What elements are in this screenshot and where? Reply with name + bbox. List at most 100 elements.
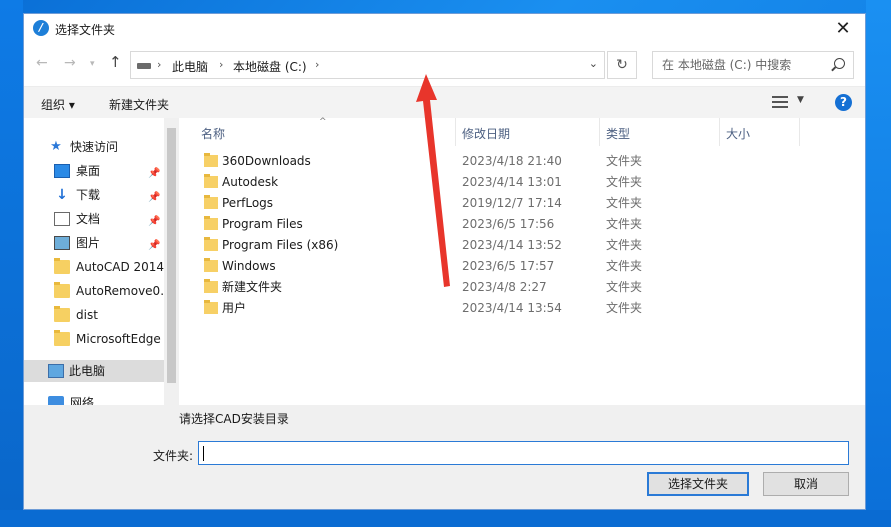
column-header-size[interactable]: 大小 (726, 125, 750, 142)
table-row[interactable]: 新建文件夹 2023/4/8 2:27 文件夹 (181, 277, 865, 298)
folder-icon (204, 237, 218, 251)
navigation-pane: ★ 快速访问 桌面 📌 ↓ 下载 📌 文档 📌 图片 📌 AutoCAD 201… (24, 118, 164, 405)
breadcrumb-separator[interactable]: › (219, 58, 223, 71)
search-box[interactable] (652, 51, 854, 79)
column-divider[interactable] (799, 118, 800, 146)
folder-icon (204, 195, 218, 209)
drive-icon (137, 63, 151, 69)
folder-icon (204, 174, 218, 188)
file-name: Autodesk (222, 175, 279, 189)
forward-arrow-icon[interactable]: → (64, 55, 76, 71)
desktop-background-left (0, 0, 23, 527)
view-options-icon[interactable] (772, 96, 788, 108)
nav-item-label: 文档 (76, 212, 101, 226)
desktop-icon (54, 164, 70, 178)
nav-item-label: 快速访问 (70, 140, 119, 154)
desktop-background-bottom (0, 510, 891, 527)
folder-icon (204, 300, 218, 314)
file-name: Program Files (222, 217, 303, 231)
view-dropdown-chevron-icon[interactable]: ▼ (797, 95, 804, 105)
breadcrumb-separator[interactable]: › (315, 58, 319, 71)
nav-item-network[interactable]: 网络 (48, 392, 164, 405)
nav-item-label: 此电脑 (69, 364, 106, 378)
folder-icon (54, 330, 70, 346)
download-icon: ↓ (56, 187, 68, 203)
folder-icon (204, 258, 218, 272)
nav-item-pictures[interactable]: 图片 📌 (54, 232, 164, 254)
address-bar[interactable]: › 此电脑 › 本地磁盘 (C:) › ⌄ (130, 51, 605, 79)
table-row[interactable]: 360Downloads 2023/4/18 21:40 文件夹 (181, 151, 865, 172)
refresh-icon[interactable]: ↻ (607, 51, 637, 79)
table-row[interactable]: Autodesk 2023/4/14 13:01 文件夹 (181, 172, 865, 193)
select-folder-button[interactable]: 选择文件夹 (647, 472, 749, 496)
nav-item-label: 桌面 (76, 164, 101, 178)
nav-item-this-pc[interactable]: 此电脑 (24, 360, 164, 382)
desktop-background-right (866, 0, 891, 527)
app-feather-icon: / (33, 20, 49, 36)
file-date: 2023/4/8 2:27 (462, 280, 547, 294)
organize-menu-button[interactable]: 组织 ▾ (41, 96, 75, 113)
document-icon (54, 212, 70, 226)
folder-field[interactable] (198, 441, 849, 465)
file-type: 文件夹 (606, 154, 643, 168)
nav-item-autocad-2014[interactable]: AutoCAD 2014 (54, 256, 164, 278)
column-header-type[interactable]: 类型 (606, 125, 630, 142)
nav-item-label: AutoRemove0.0 (76, 284, 164, 298)
star-icon: ★ (50, 139, 62, 154)
nav-item-autoremove[interactable]: AutoRemove0.0 (54, 280, 164, 302)
column-divider[interactable] (719, 118, 720, 146)
table-row[interactable]: Windows 2023/6/5 17:57 文件夹 (181, 256, 865, 277)
column-header-name[interactable]: 名称 (201, 125, 225, 142)
column-divider[interactable] (599, 118, 600, 146)
new-folder-button[interactable]: 新建文件夹 (109, 96, 169, 113)
file-name: 360Downloads (222, 154, 311, 168)
file-name: 用户 (222, 301, 247, 315)
file-name: PerfLogs (222, 196, 274, 210)
column-divider[interactable] (455, 118, 456, 146)
file-type: 文件夹 (606, 196, 643, 210)
search-input[interactable] (653, 52, 823, 78)
breadcrumb-local-disk-c[interactable]: 本地磁盘 (C:) (233, 58, 307, 75)
recent-locations-chevron-icon[interactable]: ▾ (90, 59, 95, 69)
close-button[interactable]: ✕ (821, 14, 865, 44)
column-header-date[interactable]: 修改日期 (462, 125, 510, 142)
instruction-text: 请选择CAD安装目录 (179, 412, 289, 426)
breadcrumb-this-pc[interactable]: 此电脑 (172, 58, 208, 75)
nav-item-microsoftedge[interactable]: MicrosoftEdge (54, 328, 164, 350)
folder-icon (54, 282, 70, 298)
nav-item-label: dist (76, 308, 98, 322)
file-name: Windows (222, 259, 276, 273)
file-type: 文件夹 (606, 238, 643, 252)
folder-field-label: 文件夹: (153, 449, 194, 463)
cancel-button[interactable]: 取消 (763, 472, 849, 496)
nav-item-quick-access[interactable]: ★ 快速访问 (48, 136, 164, 158)
table-row[interactable]: 用户 2023/4/14 13:54 文件夹 (181, 298, 865, 319)
file-list: ^ 名称 修改日期 类型 大小 360Downloads 2023/4/18 2… (181, 117, 865, 405)
pin-icon: 📌 (148, 168, 161, 179)
table-row[interactable]: Program Files 2023/6/5 17:56 文件夹 (181, 214, 865, 235)
nav-item-downloads[interactable]: ↓ 下载 📌 (54, 184, 164, 206)
back-arrow-icon[interactable]: ← (36, 55, 48, 71)
file-name: 新建文件夹 (222, 280, 283, 294)
breadcrumb-separator[interactable]: › (157, 58, 161, 71)
address-dropdown-chevron-icon[interactable]: ⌄ (589, 57, 598, 70)
nav-item-desktop[interactable]: 桌面 📌 (54, 160, 164, 182)
table-row[interactable]: Program Files (x86) 2023/4/14 13:52 文件夹 (181, 235, 865, 256)
title-bar: / 选择文件夹 ✕ (24, 14, 865, 44)
search-icon[interactable] (834, 58, 845, 69)
table-row[interactable]: PerfLogs 2019/12/7 17:14 文件夹 (181, 193, 865, 214)
file-type: 文件夹 (606, 301, 643, 315)
nav-item-dist[interactable]: dist (54, 304, 164, 326)
folder-icon (204, 216, 218, 230)
command-toolbar: 组织 ▾ 新建文件夹 ▼ ? (24, 86, 865, 118)
navigation-scrollbar[interactable] (164, 118, 179, 405)
nav-item-documents[interactable]: 文档 📌 (54, 208, 164, 230)
file-date: 2023/4/14 13:01 (462, 175, 562, 189)
nav-item-label: MicrosoftEdge (76, 332, 161, 346)
network-icon (48, 396, 64, 405)
up-arrow-icon[interactable]: ↑ (109, 53, 122, 71)
help-icon[interactable]: ? (835, 94, 852, 111)
select-folder-dialog: / 选择文件夹 ✕ ← → ▾ ↑ › 此电脑 › 本地磁盘 (C:) › ⌄ … (23, 13, 866, 510)
scrollbar-thumb[interactable] (167, 128, 176, 383)
folder-icon (54, 258, 70, 274)
